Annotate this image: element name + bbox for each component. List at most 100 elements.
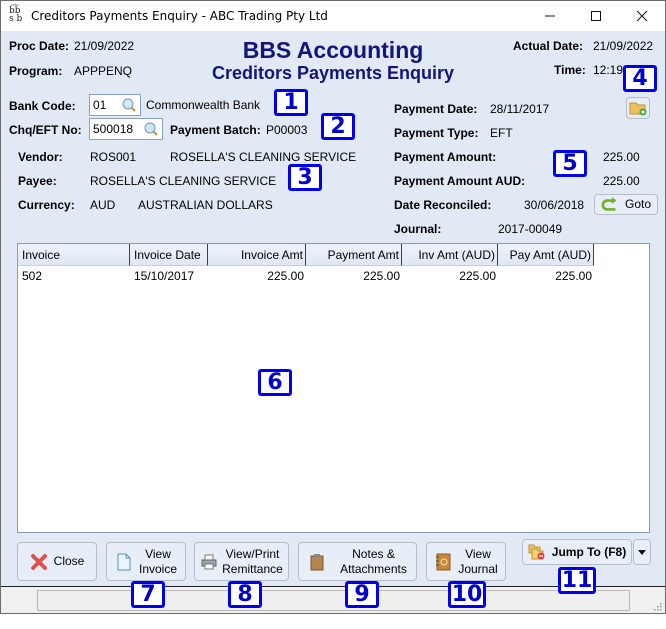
payment-amount-value: 225.00 [603,150,640,164]
currency-code: AUD [90,198,116,212]
payment-type-label: Payment Type: [394,126,479,140]
actual-date-value: 21/09/2022 [593,39,654,53]
vendor-label: Vendor: [18,150,63,164]
annotation-badge-9: 9 [345,581,379,608]
view-journal-label-line1: View [465,546,491,561]
column-header-payment-amt[interactable]: Payment Amt [306,244,402,266]
goto-button[interactable]: Goto [594,194,658,215]
annotation-badge-1: 1 [274,89,308,116]
bank-code-label: Bank Code: [9,99,76,113]
currency-name: AUSTRALIAN DOLLARS [138,198,273,212]
maximize-icon [591,11,601,21]
minimize-button[interactable] [527,1,573,31]
clipboard-icon [310,553,324,570]
minimize-icon [545,15,555,17]
search-icon[interactable] [121,97,137,113]
chq-eft-label: Chq/EFT No: [9,123,82,137]
column-header-inv-amt-aud[interactable]: Inv Amt (AUD) [402,244,498,266]
vendor-name: ROSELLA'S CLEANING SERVICE [170,150,357,164]
jump-to-button[interactable]: Jump To (F8) [522,539,632,565]
annotation-badge-6: 6 [258,369,292,396]
currency-label: Currency: [18,198,75,212]
folders-jump-icon [528,544,545,560]
goto-label: Goto [624,197,651,211]
vendor-code: ROS001 [90,150,137,164]
payment-type-value: EFT [490,126,513,140]
printer-icon [201,554,217,569]
remittance-label-line2: Remittance [222,561,283,576]
cell-invoice-amt: 225.00 [267,269,304,283]
notes-label-line2: Attachments [340,561,407,576]
view-invoice-label-line2: Invoice [138,561,178,576]
payee-label: Payee: [18,174,57,188]
goto-arrow-icon [601,196,617,211]
creditors-payments-enquiry-window: b͡b s b Creditors Payments Enquiry - ABC … [0,0,666,614]
chq-eft-input[interactable]: 500018 [89,118,163,140]
add-attachment-button[interactable] [626,97,650,119]
payment-batch-value: P00003 [266,123,308,137]
view-journal-button[interactable]: View Journal [426,542,506,581]
notes-label-line1: Notes & [352,546,395,561]
notes-attachments-button[interactable]: Notes & Attachments [298,542,417,581]
payee-value: ROSELLA'S CLEANING SERVICE [90,174,277,188]
annotation-badge-11: 11 [558,567,596,594]
close-label: Close [53,554,85,568]
cell-inv-amt-aud: 225.00 [459,269,496,283]
caret-down-icon [638,549,646,555]
address-book-icon [436,553,451,570]
annotation-badge-4: 4 [623,65,657,92]
journal-label: Journal: [394,222,442,236]
close-button[interactable]: Close [17,542,97,581]
remittance-label-line1: View/Print [225,546,280,561]
time-value: 12:19 [593,63,624,77]
invoice-table: Invoice Invoice Date Invoice Amt Payment… [17,243,650,533]
annotation-badge-10: 10 [448,581,486,608]
view-print-remittance-button[interactable]: View/Print Remittance [194,542,289,581]
cell-invoice: 502 [22,269,43,283]
view-invoice-button[interactable]: View Invoice [106,542,186,581]
date-reconciled-label: Date Reconciled: [394,198,492,212]
close-icon [636,10,648,22]
annotation-badge-3: 3 [288,164,322,191]
view-invoice-label-line1: View [145,546,171,561]
folder-add-icon [629,102,647,116]
window-title: Creditors Payments Enquiry - ABC Trading… [31,9,328,23]
resize-grip-icon[interactable] [652,601,662,611]
view-journal-label-line2: Journal [458,561,498,576]
close-window-button[interactable] [619,1,665,31]
column-header-invoice-amt[interactable]: Invoice Amt [208,244,306,266]
column-header-invoice[interactable]: Invoice [18,244,130,266]
date-reconciled-value: 30/06/2018 [524,198,585,212]
bbs-logo-icon: b͡b s b [9,6,23,24]
annotation-badge-7: 7 [131,581,165,608]
actual-date-label: Actual Date: [513,39,584,53]
bank-code-input[interactable]: 01 [89,94,141,116]
title-bar: b͡b s b Creditors Payments Enquiry - ABC … [1,1,665,31]
annotation-badge-2: 2 [321,113,355,140]
document-icon [117,553,131,570]
payment-date-label: Payment Date: [394,102,478,116]
chq-eft-value: 500018 [93,122,134,136]
journal-value: 2017-00049 [498,222,563,236]
jump-to-label: Jump To (F8) [551,544,627,559]
payment-amount-aud-value: 225.00 [603,174,640,188]
column-header-pay-amt-aud[interactable]: Pay Amt (AUD) [498,244,594,266]
maximize-button[interactable] [573,1,619,31]
close-x-icon [30,553,47,570]
bank-code-value: 01 [93,98,107,112]
payment-date-value: 28/11/2017 [490,102,550,116]
jump-to-dropdown-button[interactable] [633,539,651,565]
column-header-invoice-date[interactable]: Invoice Date [130,244,208,266]
status-panel [37,590,630,611]
annotation-badge-8: 8 [228,581,262,608]
payment-amount-aud-label: Payment Amount AUD: [394,174,526,188]
payment-batch-label: Payment Batch: [170,123,261,137]
cell-payment-amt: 225.00 [363,269,400,283]
annotation-badge-5: 5 [553,150,587,177]
bank-name: Commonwealth Bank [146,98,261,112]
payment-amount-label: Payment Amount: [394,150,497,164]
search-icon[interactable] [143,121,159,137]
cell-invoice-date: 15/10/2017 [134,269,195,283]
cell-pay-amt-aud: 225.00 [555,269,592,283]
time-label: Time: [554,63,586,77]
